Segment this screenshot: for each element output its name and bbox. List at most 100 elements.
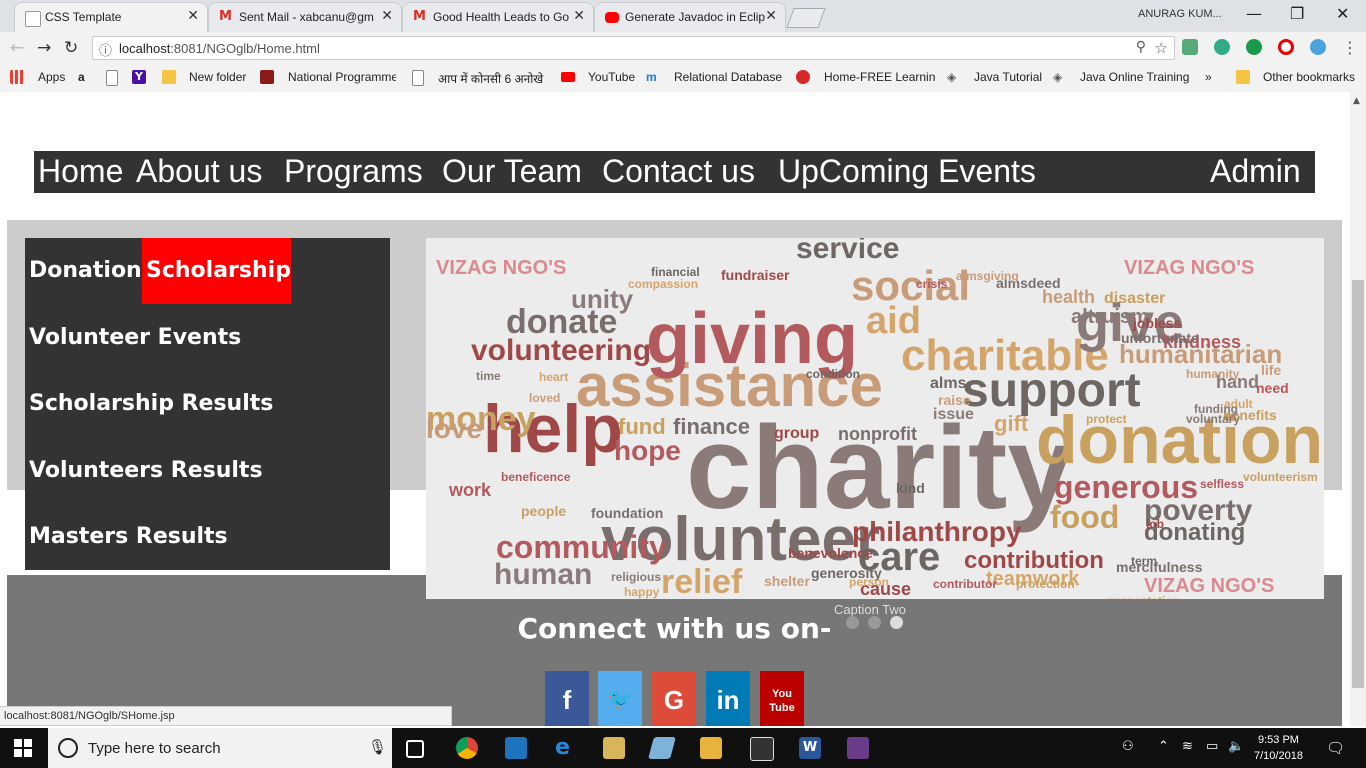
youtube-button[interactable]: You Tube <box>760 671 804 726</box>
bookmark-youtube[interactable]: YouTube <box>588 70 635 84</box>
extension-icon[interactable] <box>1214 39 1230 55</box>
google-button[interactable]: G <box>652 671 696 726</box>
nav-about[interactable]: About us <box>136 153 262 190</box>
linkedin-button[interactable]: in <box>706 671 750 726</box>
info-icon[interactable]: ⓘ <box>99 40 112 59</box>
slide-dot-2[interactable] <box>868 616 881 629</box>
system-clock[interactable]: 9:53 PM 7/10/2018 <box>1254 732 1303 764</box>
bookmark-national-programme[interactable]: National Programme <box>288 70 396 84</box>
maximize-icon[interactable]: ❐ <box>1290 4 1304 23</box>
facebook-button[interactable]: f <box>545 671 589 726</box>
word-icon[interactable]: W <box>799 737 821 759</box>
wordcloud-word: happy <box>624 585 660 599</box>
extension-icon[interactable] <box>1246 39 1262 55</box>
profile-name[interactable]: ANURAG KUM... <box>1138 8 1222 20</box>
slide-dot-3[interactable] <box>890 616 903 629</box>
yahoo-icon[interactable]: Y <box>132 70 146 84</box>
url-path: :8081/NGOglb/Home.html <box>170 41 320 56</box>
battery-icon[interactable]: ▭ <box>1206 739 1218 754</box>
google-icon: G <box>663 685 685 715</box>
show-hidden-icons[interactable]: ⌃ <box>1158 739 1169 754</box>
wordcloud-image: charityassistancegivingdonationvolunteer… <box>426 238 1323 599</box>
bookmark-other[interactable]: Other bookmarks <box>1263 70 1355 84</box>
app-icon[interactable] <box>648 737 676 759</box>
url-text[interactable]: localhost:8081/NGOglb/Home.html <box>119 41 320 56</box>
close-icon[interactable]: ✕ <box>573 8 585 24</box>
close-icon[interactable]: ✕ <box>381 8 393 24</box>
edge-icon[interactable]: e <box>555 737 577 759</box>
photos-icon[interactable] <box>750 737 774 761</box>
scrollbar-thumb[interactable] <box>1352 280 1364 688</box>
bookmark-java-tutorial[interactable]: Java Tutorial <box>974 70 1042 84</box>
twitter-button[interactable]: 🐦 <box>598 671 642 726</box>
extension-icon[interactable] <box>1310 39 1326 55</box>
sidebar-item-scholarship[interactable]: Scholarship <box>142 238 291 304</box>
slideshow-image[interactable]: charity assistance giving donation volunteer… <box>426 238 1324 599</box>
bookmark-home-free-learning[interactable]: Home-FREE Learning <box>824 70 936 84</box>
wordcloud-word: raise <box>938 392 971 408</box>
wordcloud-corner-label: VIZAG NGO'S <box>436 257 566 279</box>
url-input[interactable]: ⓘ localhost:8081/NGOglb/Home.html ⚲ ☆ <box>92 36 1175 60</box>
nav-upcoming-events[interactable]: UpComing Events <box>778 153 1036 190</box>
chrome-icon[interactable] <box>456 737 478 759</box>
page-scrollbar[interactable]: ▲ <box>1350 92 1366 726</box>
close-icon[interactable]: ✕ <box>765 8 777 24</box>
extension-icon[interactable] <box>1182 39 1198 55</box>
wordcloud-word: need <box>1256 380 1289 396</box>
new-tab-button[interactable] <box>786 8 826 28</box>
close-icon[interactable]: ✕ <box>187 8 199 24</box>
zoom-icon[interactable]: ⚲ <box>1136 39 1146 55</box>
bookmark-star-icon[interactable]: ☆ <box>1155 39 1168 57</box>
nav-contact[interactable]: Contact us <box>602 153 755 190</box>
sidebar-item-donation[interactable]: Donation <box>25 238 142 304</box>
tab-youtube-javadoc[interactable]: Generate Javadoc in Eclip ✕ <box>594 2 786 32</box>
sidebar-item-volunteers-results[interactable]: Volunteers Results <box>25 438 263 504</box>
nav-admin[interactable]: Admin <box>1210 153 1301 190</box>
wordcloud-word: aid <box>866 300 921 342</box>
slide-dot-1[interactable] <box>846 616 859 629</box>
menu-icon[interactable]: ⋮ <box>1342 38 1358 57</box>
nav-our-team[interactable]: Our Team <box>442 153 582 190</box>
sidebar-item-volunteer-events[interactable]: Volunteer Events <box>25 305 241 371</box>
sidebar-item-scholarship-results[interactable]: Scholarship Results <box>25 371 273 437</box>
forward-icon[interactable]: → <box>37 38 51 58</box>
bookmark-apps[interactable]: Apps <box>38 70 65 84</box>
amazon-icon[interactable]: a <box>78 70 85 84</box>
people-icon[interactable]: ⚇ <box>1122 739 1134 754</box>
scroll-up-icon[interactable]: ▲ <box>1353 96 1360 106</box>
opera-icon[interactable] <box>1278 39 1294 55</box>
youtube-icon <box>561 72 575 82</box>
sidebar-item-masters-results[interactable]: Masters Results <box>25 504 228 570</box>
page-icon[interactable] <box>106 70 118 86</box>
more-bookmarks-button[interactable]: » <box>1205 70 1212 84</box>
nav-home[interactable]: Home <box>38 153 123 190</box>
task-view-icon[interactable] <box>406 740 424 758</box>
bookmark-new-folder[interactable]: New folder <box>189 70 246 84</box>
notification-icon[interactable]: 🗨 <box>1326 739 1345 757</box>
tab-css-template[interactable]: CSS Template ✕ <box>14 2 208 32</box>
wordcloud-word: food <box>1050 499 1119 535</box>
nav-programs[interactable]: Programs <box>284 153 423 190</box>
close-window-icon[interactable]: ✕ <box>1336 4 1349 23</box>
bookmark-relational-database[interactable]: Relational Database <box>674 70 782 84</box>
reload-icon[interactable]: ↻ <box>64 38 78 58</box>
volume-icon[interactable]: 🔈 <box>1228 739 1244 754</box>
app-icon[interactable] <box>603 737 625 759</box>
windows-start-icon[interactable] <box>14 739 32 757</box>
bookmark-java-online-training[interactable]: Java Online Training <box>1080 70 1189 84</box>
bookmark-hindi-article[interactable]: आप में कोनसी 6 अनोखे <box>438 70 548 87</box>
file-explorer-icon[interactable] <box>700 737 722 759</box>
app-icon[interactable] <box>847 737 869 759</box>
taskbar-search-input[interactable]: Type here to search 🎙 <box>48 728 392 768</box>
tab-gmail-sent[interactable]: M Sent Mail - xabcanu@gm ✕ <box>208 2 402 32</box>
microphone-icon[interactable]: 🎙 <box>368 738 387 756</box>
tab-gmail-health[interactable]: M Good Health Leads to Go ✕ <box>402 2 594 32</box>
app-icon[interactable] <box>505 737 527 759</box>
wordcloud-word: term <box>1131 554 1157 568</box>
facebook-icon: f <box>562 685 572 715</box>
wifi-icon[interactable]: ≋ <box>1182 739 1193 754</box>
back-icon[interactable]: ← <box>10 38 24 58</box>
minimize-icon[interactable]: — <box>1246 4 1262 23</box>
youtube-icon: You Tube <box>769 688 795 714</box>
wordcloud-word: religious <box>611 570 661 584</box>
